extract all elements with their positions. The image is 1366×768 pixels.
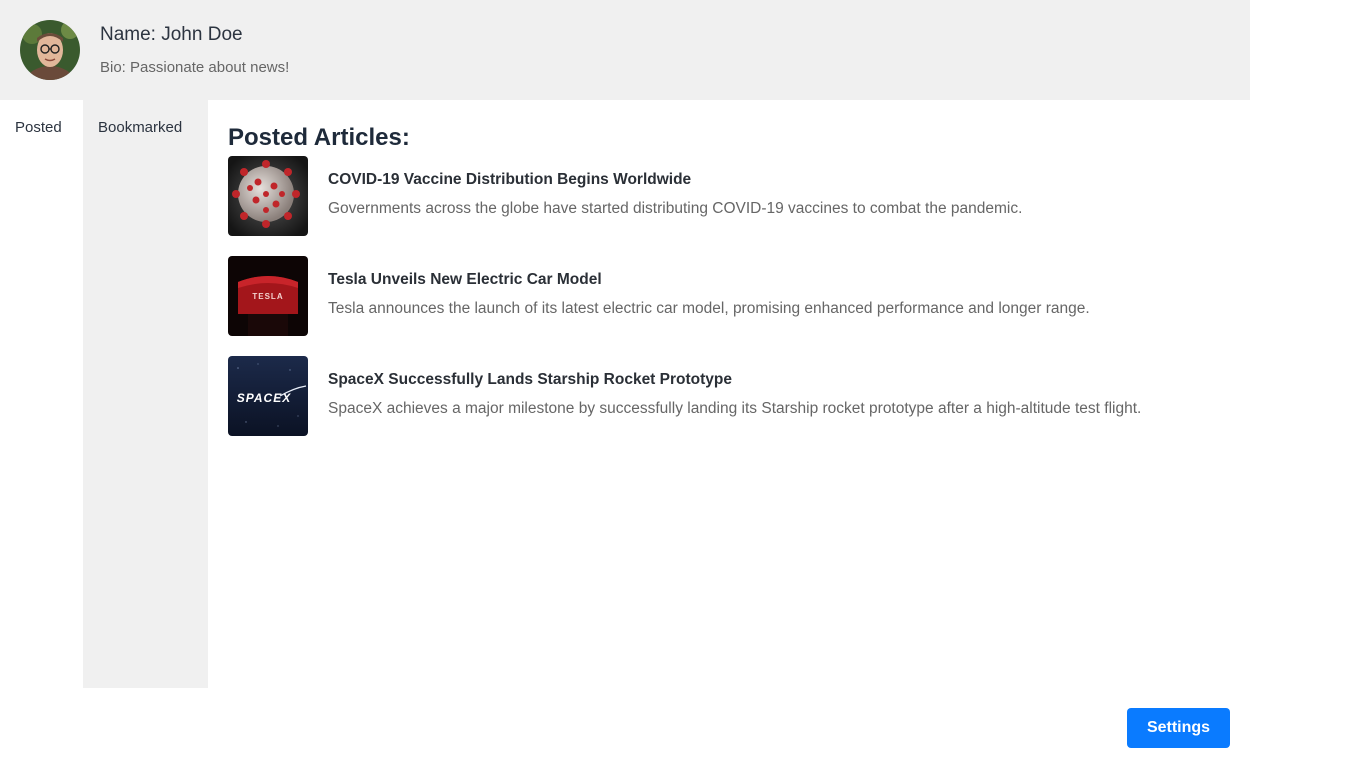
- tab-posted[interactable]: Posted: [0, 100, 83, 688]
- virus-image: [228, 156, 308, 236]
- article-title: Tesla Unveils New Electric Car Model: [328, 271, 602, 288]
- profile-page: Name: John Doe Bio: Passionate about new…: [0, 0, 1250, 768]
- article-description: SpaceX achieves a major milestone by suc…: [328, 400, 1142, 417]
- article-item[interactable]: COVID-19 Vaccine Distribution Begins Wor…: [228, 156, 1250, 236]
- profile-header: Name: John Doe Bio: Passionate about new…: [0, 0, 1250, 100]
- article-description: Governments across the globe have starte…: [328, 200, 1023, 217]
- tab-posted-label: Posted: [15, 119, 62, 136]
- article-title: COVID-19 Vaccine Distribution Begins Wor…: [328, 171, 692, 188]
- section-title: Posted Articles:: [228, 124, 410, 151]
- article-thumbnail: TESLA: [228, 256, 308, 336]
- article-thumbnail: SPACEX: [228, 356, 308, 436]
- tesla-logo-text: TESLA: [252, 292, 283, 301]
- tab-bookmarked[interactable]: Bookmarked: [83, 100, 208, 688]
- article-thumbnail: [228, 156, 308, 236]
- article-item[interactable]: TESLA Tesla Unveils New Electric Car Mod…: [228, 256, 1250, 336]
- settings-button[interactable]: Settings: [1127, 708, 1230, 748]
- article-title: SpaceX Successfully Lands Starship Rocke…: [328, 371, 732, 388]
- avatar: [20, 20, 80, 80]
- profile-name: Name: John Doe: [100, 24, 243, 45]
- article-item[interactable]: SPACEX SpaceX Successfully Lands Starshi…: [228, 356, 1250, 436]
- article-description: Tesla announces the launch of its latest…: [328, 300, 1090, 317]
- tesla-image: TESLA: [228, 256, 308, 336]
- spacex-image: SPACEX: [228, 356, 308, 436]
- profile-bio: Bio: Passionate about news!: [100, 59, 290, 76]
- spacex-logo-text: SPACEX: [237, 391, 291, 405]
- tab-bookmarked-label: Bookmarked: [98, 119, 183, 136]
